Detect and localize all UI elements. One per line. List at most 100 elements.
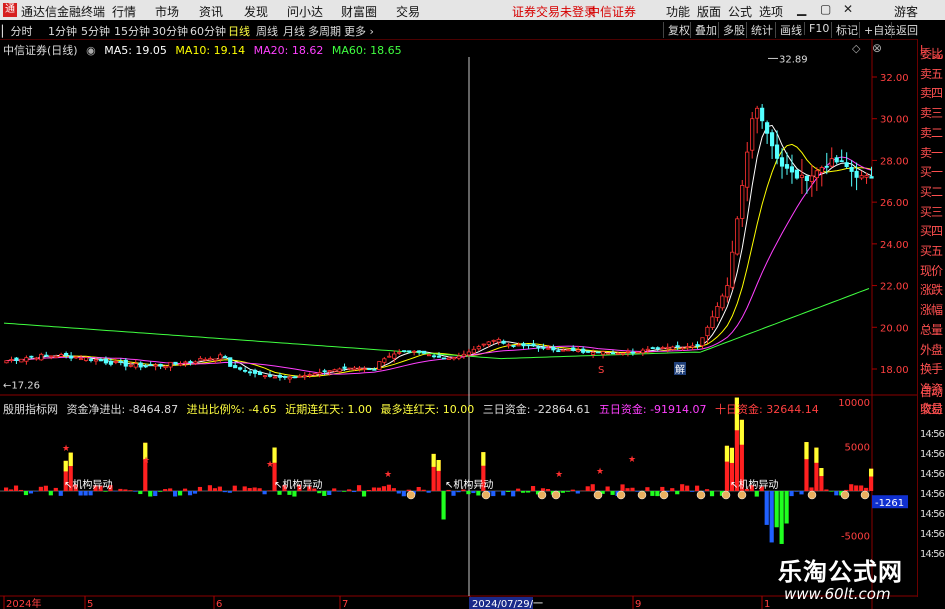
menu-news[interactable]: 资讯 <box>199 3 223 20</box>
tool-overlay-button[interactable]: 叠加 <box>690 22 717 38</box>
quote-field-label[interactable]: 买四 <box>920 222 943 239</box>
menu-ask-xiaoda[interactable]: 问小达 <box>287 3 323 20</box>
candle-up <box>213 358 218 361</box>
candle-down <box>238 367 243 370</box>
candle-down <box>844 162 849 168</box>
indicator-name[interactable]: 殷朋指标网 <box>3 403 58 416</box>
quote-field-label[interactable]: 买一 <box>920 163 943 180</box>
outflow-bar <box>754 491 759 497</box>
outflow-bar <box>565 491 570 492</box>
inflow-bar <box>605 486 610 491</box>
menu-market[interactable]: 市场 <box>155 3 179 20</box>
candle-up <box>561 349 566 352</box>
candle-up <box>600 351 606 355</box>
restore-icon[interactable]: ▢ <box>820 2 831 16</box>
candle-up <box>685 346 690 349</box>
tool-add-watch-button[interactable]: +自选 <box>859 22 895 38</box>
inflow-bar-top <box>729 447 734 463</box>
broker-name[interactable]: 中信证券 <box>588 3 636 20</box>
app-title: 通达信金融终端 <box>21 5 106 19</box>
tool-draw-button[interactable]: 画线 <box>775 22 802 38</box>
tool-adjust-button[interactable]: 复权 <box>663 22 690 38</box>
tool-mark-button[interactable]: 标记 <box>831 22 858 38</box>
outflow-bar <box>337 491 342 492</box>
period-tab-more[interactable]: 更多 › <box>344 23 374 39</box>
stock-name-label[interactable]: 中信证券(日线) <box>3 44 78 57</box>
outflow-bar <box>635 491 640 492</box>
candle-up <box>819 167 824 173</box>
quote-field-label[interactable]: 换手 <box>920 360 943 377</box>
tool-back-button[interactable]: 返回 <box>891 22 918 38</box>
minimize-icon[interactable]: ▁ <box>797 2 806 16</box>
tool-stats-button[interactable]: 统计 <box>746 22 773 38</box>
quote-field-label[interactable]: 卖四 <box>920 84 943 101</box>
period-tab[interactable]: 1分钟 <box>48 23 77 39</box>
period-tab[interactable]: 周线 <box>256 23 278 39</box>
candle-down <box>282 376 287 378</box>
candle-down <box>267 374 273 377</box>
quote-field-label[interactable]: 委比 <box>920 45 943 62</box>
outflow-bar <box>187 491 193 496</box>
close-icon[interactable]: ✕ <box>843 2 853 16</box>
tool-f10-button[interactable]: F10 <box>804 22 829 35</box>
candle-down <box>586 350 591 353</box>
candle-up <box>83 357 89 361</box>
period-tab-active[interactable]: 日线 <box>228 23 250 39</box>
candle-up <box>397 351 402 354</box>
period-tab[interactable]: 15分钟 <box>114 23 150 39</box>
period-tab[interactable]: 30分钟 <box>152 23 188 39</box>
quote-field-label[interactable]: 卖一 <box>920 144 943 161</box>
inflow-bar-top <box>436 459 441 471</box>
outflow-bar <box>610 491 615 495</box>
candle-up <box>327 370 332 373</box>
settings-dot-icon[interactable]: ◉ <box>86 44 96 57</box>
quote-field-label[interactable]: 总量 <box>920 321 943 338</box>
quote-field-label[interactable]: 买三 <box>920 203 943 220</box>
outflow-bar <box>158 491 163 492</box>
quote-field-label[interactable]: 涨跌 <box>920 281 943 298</box>
menu-trade[interactable]: 交易 <box>396 3 420 20</box>
quote-field-label[interactable]: 涨幅 <box>920 301 943 318</box>
outflow-bar <box>277 491 282 495</box>
quote-field-label[interactable]: 卖二 <box>920 124 943 141</box>
inflow-bar <box>53 487 58 491</box>
period-tab[interactable]: ▏分时 <box>2 23 32 39</box>
menu-quotes[interactable]: 行情 <box>112 3 136 20</box>
menu-discover[interactable]: 发现 <box>244 3 268 20</box>
period-tab[interactable]: 60分钟 <box>190 23 226 39</box>
quote-field-label[interactable]: 买二 <box>920 183 943 200</box>
menu-options[interactable]: 选项 <box>759 3 783 20</box>
tool-multi-stock-button[interactable]: 多股 <box>718 22 745 38</box>
candle-up <box>605 352 611 355</box>
menu-formula[interactable]: 公式 <box>728 3 752 20</box>
quote-field-label[interactable]: 卖五 <box>920 65 943 82</box>
outflow-bar <box>774 491 779 528</box>
star-marker-icon: ★ <box>384 470 392 480</box>
auto-trade-label[interactable]: 交易 <box>920 400 943 417</box>
outflow-bar <box>103 491 108 492</box>
candle-up <box>710 316 715 328</box>
menu-layout[interactable]: 版面 <box>697 3 721 20</box>
login-status[interactable]: 证券交易未登录 <box>512 3 596 20</box>
period-tab[interactable]: 多周期 <box>308 23 341 39</box>
candle-down <box>98 359 104 362</box>
chart-close-icon[interactable]: ⊗ <box>872 41 882 55</box>
quote-field-label[interactable]: 卖三 <box>920 104 943 121</box>
menu-wealth-circle[interactable]: 财富圈 <box>341 3 377 20</box>
quote-field-label[interactable]: 外盘 <box>920 341 943 358</box>
chart-canvas[interactable]: ★★ ★★ ★ ★★↖机构异动 ↖机构异动 ↖机构异动 ↖机构异动 32.0030.0028… <box>0 39 917 609</box>
inflow-bar-top <box>481 452 486 466</box>
candle-up <box>9 359 14 361</box>
period-tab[interactable]: 月线 <box>283 23 305 39</box>
period-toolbar: ▏分时 1分钟 5分钟 15分钟 30分钟 60分钟 日线 周线 月线 多周期 … <box>0 20 945 40</box>
period-tab[interactable]: 5分钟 <box>81 23 110 39</box>
auto-trade-label[interactable]: 自动 <box>920 383 943 400</box>
chart-settings-icon[interactable]: ◇ <box>852 42 860 55</box>
quote-field-label[interactable]: 现价 <box>920 262 943 279</box>
quote-field-label[interactable]: 买五 <box>920 242 943 259</box>
inflow-bar <box>356 485 362 491</box>
coin-marker-icon <box>481 490 491 500</box>
menu-function[interactable]: 功能 <box>666 3 690 20</box>
candle-up <box>128 364 133 367</box>
guest-user[interactable]: 游客 <box>894 3 918 20</box>
